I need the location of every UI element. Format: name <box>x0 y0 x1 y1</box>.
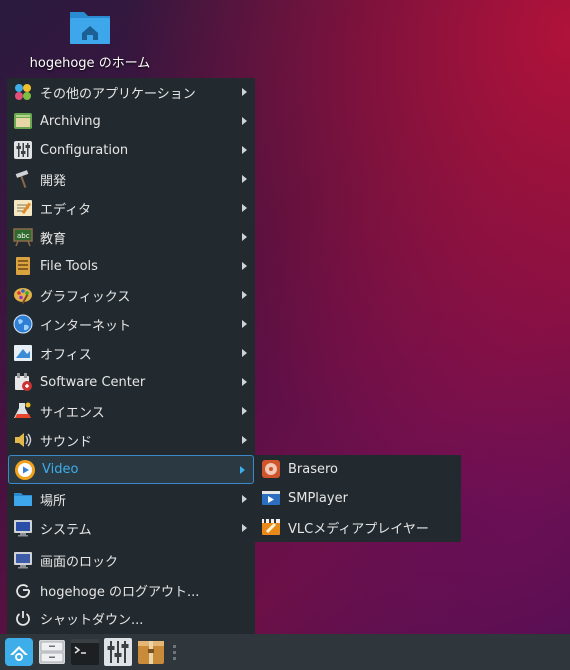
file-manager-icon[interactable] <box>38 638 66 666</box>
submenu-arrow-icon <box>242 378 247 386</box>
menu-item-label: エディタ <box>40 202 92 218</box>
menu-item-label: シャットダウン... <box>40 612 144 628</box>
menu-item-internet[interactable]: インターネット <box>7 310 255 338</box>
submenu-arrow-icon <box>242 233 247 241</box>
submenu-arrow-icon <box>240 465 245 474</box>
menu-item-label: File Tools <box>40 258 98 274</box>
archive-icon <box>12 110 34 132</box>
menu-item-label: システム <box>40 522 92 538</box>
app-menu-icon[interactable] <box>5 638 33 666</box>
menu-item-label: Video <box>42 462 79 477</box>
software-center-icon <box>12 371 34 393</box>
submenu-arrow-icon <box>242 175 247 183</box>
desktop-home-folder[interactable]: hogehoge のホーム <box>20 6 160 71</box>
menu-item-label: その他のアプリケーション <box>40 86 196 102</box>
other-apps-icon <box>12 81 34 103</box>
text-editor-icon <box>12 197 34 219</box>
brasero-icon <box>260 458 282 480</box>
menu-item-label: Archiving <box>40 113 101 129</box>
menu-item-archiving[interactable]: Archiving <box>7 107 255 135</box>
submenu-arrow-icon <box>242 204 247 212</box>
menu-item-label: グラフィックス <box>40 289 131 305</box>
monitor-icon <box>12 517 34 539</box>
speaker-icon <box>12 429 34 451</box>
submenu-item-vlc[interactable]: VLCメディアプレイヤー <box>255 513 461 541</box>
menu-item-label: サイエンス <box>40 405 105 421</box>
terminal-icon[interactable] <box>71 638 99 666</box>
video-play-icon <box>14 459 36 481</box>
power-icon <box>12 607 34 629</box>
menu-item-other-apps[interactable]: その他のアプリケーション <box>7 78 255 106</box>
menu-item-logout[interactable]: hogehoge のログアウト... <box>7 576 255 604</box>
menu-item-shutdown[interactable]: シャットダウン... <box>7 604 255 632</box>
logout-icon <box>12 579 34 601</box>
settings-sliders-icon[interactable] <box>104 638 132 666</box>
submenu-arrow-icon <box>242 291 247 299</box>
menu-item-system[interactable]: システム <box>7 514 255 542</box>
menu-item-office[interactable]: オフィス <box>7 339 255 367</box>
office-icon <box>12 342 34 364</box>
chalkboard-icon: abc <box>12 226 34 248</box>
menu-item-label: オフィス <box>40 347 92 363</box>
lock-screen-icon <box>12 549 34 571</box>
submenu-arrow-icon <box>242 146 247 154</box>
submenu-item-label: VLCメディアプレイヤー <box>288 521 429 537</box>
archive-manager-icon[interactable] <box>137 638 165 666</box>
submenu-item-label: SMPlayer <box>288 490 348 506</box>
menu-item-label: hogehoge のログアウト... <box>40 584 200 600</box>
menu-item-label: 開発 <box>40 173 67 189</box>
menu-item-label: Software Center <box>40 374 146 390</box>
submenu-arrow-icon <box>242 407 247 415</box>
menu-item-label: Configuration <box>40 142 129 158</box>
menu-item-graphics[interactable]: グラフィックス <box>7 281 255 309</box>
menu-item-configuration[interactable]: Configuration <box>7 136 255 164</box>
menu-item-file-tools[interactable]: File Tools <box>7 252 255 280</box>
submenu-arrow-icon <box>242 262 247 270</box>
menu-item-lock-screen[interactable]: 画面のロック <box>7 546 255 574</box>
menu-item-video[interactable]: Video <box>8 455 254 484</box>
menu-item-label: インターネット <box>40 318 132 334</box>
menu-item-label: 場所 <box>40 493 67 509</box>
vlc-icon <box>260 516 282 538</box>
home-folder-icon <box>68 6 112 46</box>
submenu-item-label: Brasero <box>288 461 339 477</box>
application-menu: その他のアプリケーション Archiving Configuration 開発 … <box>7 78 255 634</box>
menu-item-editors[interactable]: エディタ <box>7 194 255 222</box>
submenu-item-brasero[interactable]: Brasero <box>255 455 461 483</box>
taskbar-handle[interactable] <box>173 644 177 660</box>
hammer-icon <box>12 168 34 190</box>
flask-icon <box>12 400 34 422</box>
submenu-arrow-icon <box>242 436 247 444</box>
submenu-arrow-icon <box>242 524 247 532</box>
smplayer-icon <box>260 487 282 509</box>
taskbar <box>0 634 570 670</box>
submenu-arrow-icon <box>242 349 247 357</box>
menu-item-label: サウンド <box>40 434 93 450</box>
menu-item-label: 教育 <box>40 231 67 247</box>
menu-item-education[interactable]: abc 教育 <box>7 223 255 251</box>
menu-item-sound[interactable]: サウンド <box>7 426 255 454</box>
submenu-arrow-icon <box>242 117 247 125</box>
settings-sliders-icon <box>12 139 34 161</box>
globe-icon <box>12 313 34 335</box>
submenu-item-smplayer[interactable]: SMPlayer <box>255 484 461 512</box>
menu-item-development[interactable]: 開発 <box>7 165 255 193</box>
svg-text:abc: abc <box>17 232 30 240</box>
file-tools-icon <box>12 255 34 277</box>
submenu-arrow-icon <box>242 320 247 328</box>
video-submenu: Brasero SMPlayer VLCメディアプレイヤー <box>255 455 461 542</box>
menu-item-label: 画面のロック <box>40 554 119 570</box>
menu-item-software-center[interactable]: Software Center <box>7 368 255 396</box>
palette-icon <box>12 284 34 306</box>
submenu-arrow-icon <box>242 88 247 96</box>
desktop-icon-label: hogehoge のホーム <box>29 56 151 71</box>
folder-icon <box>12 488 34 510</box>
submenu-arrow-icon <box>242 495 247 503</box>
menu-item-science[interactable]: サイエンス <box>7 397 255 425</box>
menu-item-places[interactable]: 場所 <box>7 485 255 513</box>
